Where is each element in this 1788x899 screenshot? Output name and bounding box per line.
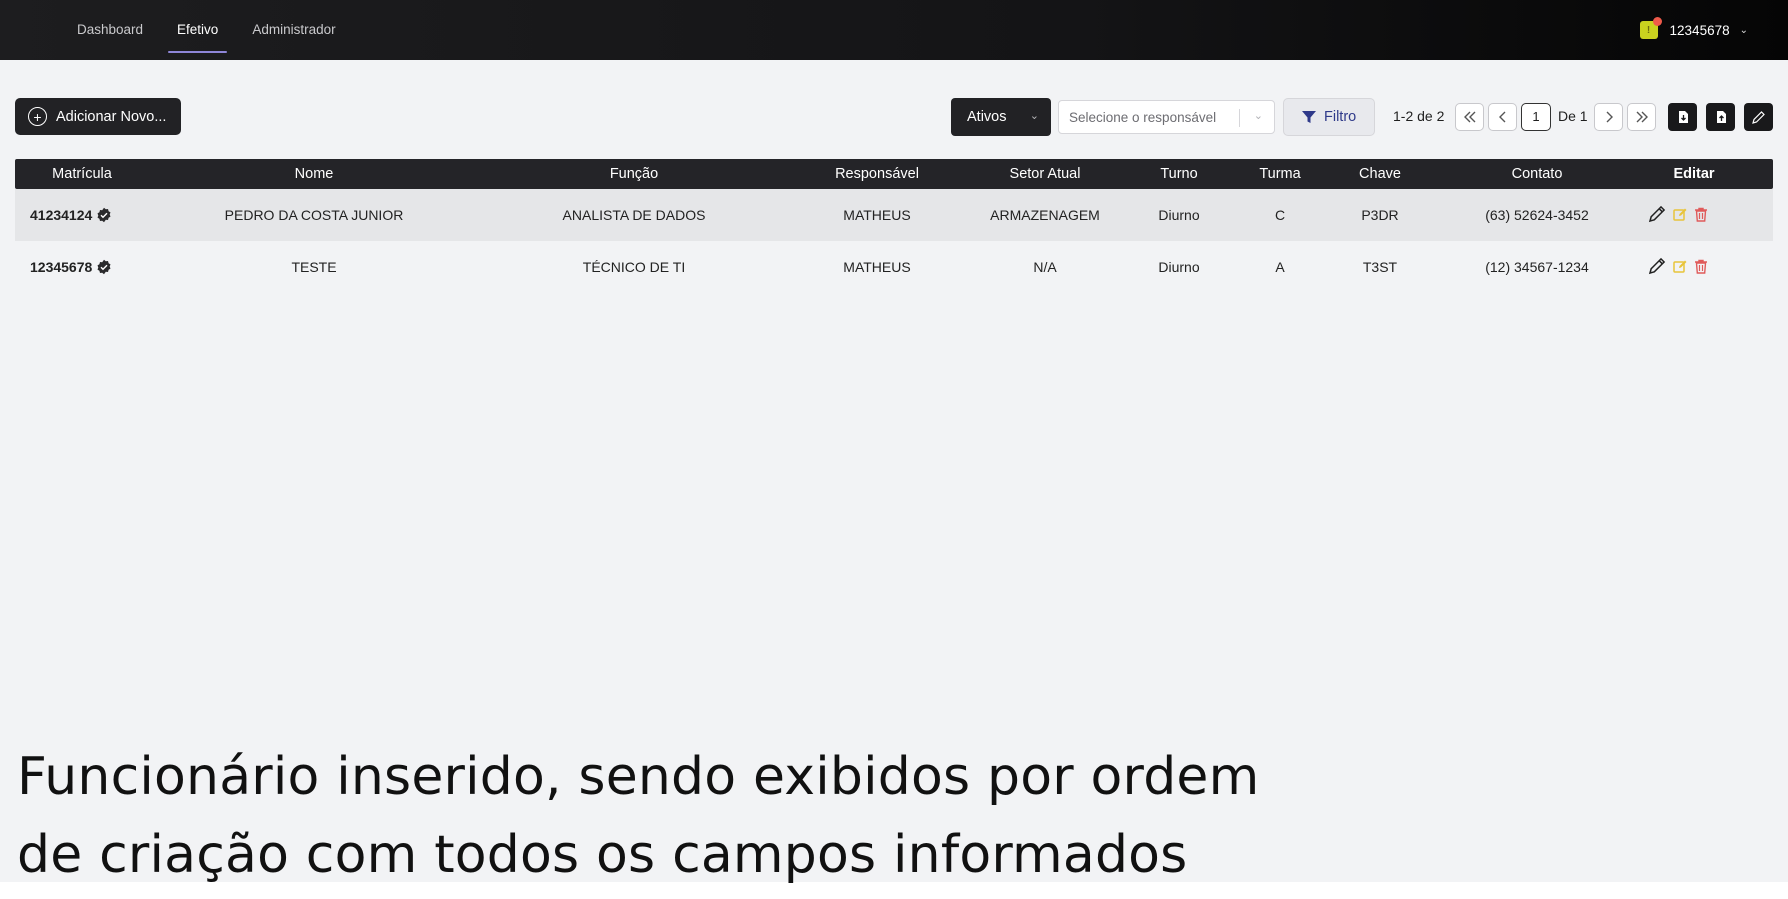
nav-administrador[interactable]: Administrador: [235, 0, 352, 60]
file-upload-icon: [1716, 111, 1726, 123]
responsavel-select[interactable]: Selecione o responsável ⌄: [1058, 100, 1275, 134]
turma-cell: C: [1274, 207, 1286, 223]
responsavel-cell: MATHEUS: [843, 207, 911, 223]
last-page-button[interactable]: [1627, 103, 1656, 131]
top-navigation-bar: Dashboard Efetivo Administrador ! 123456…: [0, 0, 1788, 60]
pencil-icon: [1752, 110, 1765, 124]
column-header[interactable]: Contato: [1512, 159, 1563, 189]
chave-cell: T3ST: [1362, 259, 1398, 275]
responsavel-cell: MATHEUS: [843, 259, 911, 275]
funcao-cell: TÉCNICO DE TI: [582, 259, 686, 275]
user-id: 12345678: [1669, 22, 1730, 38]
verified-badge-icon: [97, 259, 111, 275]
column-header: Editar: [1673, 166, 1715, 182]
row-actions: [1647, 204, 1708, 224]
page-total: De 1: [1558, 108, 1588, 124]
matricula-cell: 12345678: [30, 241, 112, 293]
add-new-button[interactable]: + Adicionar Novo...: [15, 98, 182, 135]
verified-badge-icon: [97, 207, 111, 223]
column-header[interactable]: Setor Atual: [1010, 159, 1081, 189]
column-header[interactable]: Função: [610, 159, 658, 189]
filter-icon: [1302, 111, 1316, 123]
next-page-button[interactable]: [1594, 103, 1623, 131]
pagination-range: 1-2 de 2: [1393, 108, 1445, 124]
main-nav: Dashboard Efetivo Administrador: [60, 0, 353, 60]
nome-cell: PEDRO DA COSTA JUNIOR: [224, 207, 404, 223]
contato-cell: (63) 52624-3452: [1485, 207, 1589, 223]
column-header[interactable]: Chave: [1359, 159, 1401, 189]
column-header[interactable]: Matrícula: [52, 159, 112, 189]
matricula-value: 12345678: [30, 259, 93, 275]
trash-icon[interactable]: [1694, 259, 1708, 274]
chevron-left-icon: [1498, 111, 1505, 123]
status-select-value: Ativos: [967, 109, 1007, 125]
chave-cell: P3DR: [1361, 207, 1399, 223]
nav-dashboard[interactable]: Dashboard: [60, 0, 160, 60]
double-chevron-left-icon: [1463, 111, 1475, 123]
edit-square-icon[interactable]: [1673, 259, 1688, 274]
column-header[interactable]: Turno: [1160, 159, 1197, 189]
column-header[interactable]: Turma: [1259, 159, 1300, 189]
row-actions: [1647, 256, 1708, 276]
edit-square-icon[interactable]: [1673, 207, 1688, 222]
employees-table: Matrícula Nome Função Responsável Setor …: [15, 159, 1773, 293]
edit-pencil-icon[interactable]: [1647, 204, 1667, 224]
chevron-down-icon: ⌄: [1739, 24, 1748, 36]
table-row[interactable]: 12345678 TESTE TÉCNICO DE TI MATHEUS N/A…: [15, 241, 1773, 293]
matricula-value: 41234124: [30, 207, 93, 223]
table-header: Matrícula Nome Função Responsável Setor …: [15, 159, 1773, 189]
chevron-down-icon: ⌄: [1253, 110, 1263, 122]
nome-cell: TESTE: [291, 259, 337, 275]
nav-efetivo[interactable]: Efetivo: [160, 0, 235, 60]
turno-cell: Diurno: [1158, 207, 1200, 223]
add-new-label: Adicionar Novo...: [56, 108, 167, 125]
setor-cell: N/A: [1033, 259, 1057, 275]
matricula-cell: 41234124: [30, 189, 112, 241]
first-page-button[interactable]: [1455, 103, 1484, 131]
contato-cell: (12) 34567-1234: [1485, 259, 1589, 275]
select-separator: [1239, 109, 1240, 127]
filter-button[interactable]: Filtro: [1283, 98, 1375, 136]
caption-line: Funcionário inserido, sendo exibidos por…: [17, 747, 1260, 807]
double-chevron-right-icon: [1636, 111, 1648, 123]
setor-cell: ARMAZENAGEM: [990, 207, 1100, 223]
notification-badge-icon[interactable]: !: [1639, 17, 1662, 39]
page-number-input[interactable]: 1: [1521, 103, 1551, 131]
turno-cell: Diurno: [1158, 259, 1200, 275]
table-row[interactable]: 41234124 PEDRO DA COSTA JUNIOR ANALISTA …: [15, 189, 1773, 241]
user-menu[interactable]: ! 12345678 ⌄: [1639, 0, 1748, 60]
trash-icon[interactable]: [1694, 207, 1708, 222]
funcao-cell: ANALISTA DE DADOS: [562, 207, 706, 223]
filter-label: Filtro: [1324, 109, 1357, 125]
file-download-icon: [1678, 111, 1688, 123]
chevron-right-icon: [1606, 111, 1613, 123]
bulk-edit-button[interactable]: [1744, 103, 1773, 131]
import-button[interactable]: [1706, 103, 1735, 131]
caption-text: Funcionário inserido, sendo exibidos por…: [17, 738, 1259, 894]
responsavel-placeholder: Selecione o responsável: [1069, 109, 1217, 125]
notification-dot: [1652, 17, 1662, 26]
turma-cell: A: [1275, 259, 1285, 275]
edit-pencil-icon[interactable]: [1647, 256, 1667, 276]
caption-line: de criação com todos os campos informado…: [17, 825, 1188, 885]
column-header[interactable]: Nome: [295, 159, 334, 189]
status-select[interactable]: Ativos ⌄: [951, 98, 1051, 136]
chevron-down-icon: ⌄: [1029, 110, 1039, 122]
prev-page-button[interactable]: [1488, 103, 1517, 131]
column-header[interactable]: Responsável: [835, 159, 919, 189]
export-button[interactable]: [1668, 103, 1697, 131]
app-window: Dashboard Efetivo Administrador ! 123456…: [0, 0, 1788, 885]
plus-circle-icon: +: [28, 107, 47, 126]
